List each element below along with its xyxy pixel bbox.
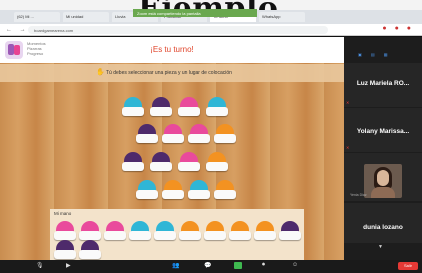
game-piece[interactable]: [206, 97, 228, 117]
scroll-down-icon[interactable]: ▼: [378, 244, 383, 250]
game-piece[interactable]: [229, 221, 251, 241]
reactions-icon[interactable]: ☺: [292, 262, 298, 268]
game-piece[interactable]: [204, 221, 226, 241]
game-piece[interactable]: [122, 97, 144, 117]
share-screen-icon[interactable]: [234, 262, 242, 269]
piece-pointer-icon: ✋: [96, 69, 105, 76]
video-icon[interactable]: ▶: [66, 262, 71, 269]
game-piece[interactable]: [178, 97, 200, 117]
game-piece[interactable]: [104, 221, 126, 241]
game-piece[interactable]: [122, 152, 144, 172]
url-input[interactable]: boardgamearena.com: [28, 26, 328, 34]
game-piece[interactable]: [54, 221, 76, 241]
instruction-text: Tú debes seleccionar una pieza y un luga…: [106, 70, 232, 76]
game-piece[interactable]: [162, 180, 184, 200]
leave-button[interactable]: Salir: [398, 262, 418, 270]
participant-tile[interactable]: [344, 203, 422, 243]
address-bar: ← → ⟳ boardgamearena.com ● ● ●: [0, 24, 422, 36]
mute-icon[interactable]: 🎙: [36, 262, 44, 269]
game-piece[interactable]: [154, 221, 176, 241]
mic-muted-icon: ✕: [346, 145, 350, 150]
hand-label: Mi mano: [54, 211, 72, 216]
participant-name: Luz Mariela RO...: [356, 80, 410, 87]
view-toggle-icons[interactable]: ▣ ▤ ▦: [358, 52, 392, 57]
mic-muted-icon: ✕: [346, 100, 350, 105]
game-piece[interactable]: [54, 240, 76, 260]
game-piece[interactable]: [279, 221, 301, 241]
turn-title: ¡Es tu turno!: [150, 45, 194, 54]
record-icon[interactable]: ⏺: [262, 262, 265, 269]
game-piece[interactable]: [136, 124, 158, 144]
game-piece[interactable]: [150, 97, 172, 117]
game-piece[interactable]: [188, 180, 210, 200]
game-piece[interactable]: [79, 240, 101, 260]
game-piece[interactable]: [79, 221, 101, 241]
game-piece[interactable]: [214, 124, 236, 144]
participant-video: [364, 164, 402, 198]
browser-tab[interactable]: (62) Mi ...: [14, 12, 60, 22]
game-piece[interactable]: [206, 152, 228, 172]
game-piece[interactable]: [162, 124, 184, 144]
game-piece[interactable]: [136, 180, 158, 200]
game-piece[interactable]: [150, 152, 172, 172]
screen-share-banner: Zoom está compartiendo la pantalla: [133, 9, 257, 17]
game-piece[interactable]: [129, 221, 151, 241]
browser-tab[interactable]: WhatsApp: [259, 12, 305, 22]
participant-small-name: Yenia Diaz: [350, 193, 367, 197]
browser-tab[interactable]: Mi unidad: [63, 12, 109, 22]
extension-icons[interactable]: ● ● ●: [382, 25, 414, 32]
participants-icon[interactable]: 👥: [172, 262, 179, 269]
game-header: Momentos Pizarras Progreso ¡Es tu turno!: [0, 37, 344, 63]
participant-name: dunia lozano: [363, 224, 403, 231]
game-piece[interactable]: [214, 180, 236, 200]
game-piece[interactable]: [188, 124, 210, 144]
participant-name: Yolany Marissa...: [356, 128, 410, 135]
chat-icon[interactable]: 💬: [204, 262, 211, 269]
game-piece[interactable]: [179, 221, 201, 241]
game-piece[interactable]: [178, 152, 200, 172]
game-piece[interactable]: [254, 221, 276, 241]
